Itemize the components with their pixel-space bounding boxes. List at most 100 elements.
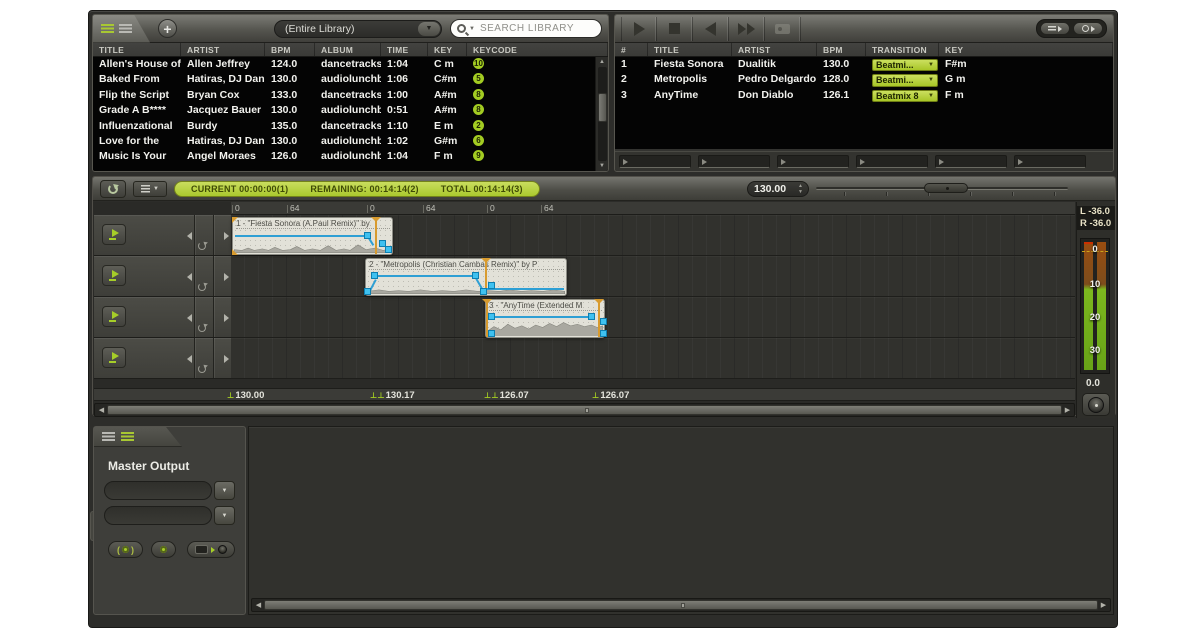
loop-icon[interactable] [198,365,206,373]
timeline-ruler[interactable]: 0 64 0 64 0 64 [231,202,1075,215]
cue-preview-button-4[interactable] [856,155,928,168]
envelope-handle[interactable] [488,313,495,320]
nudge-left-icon[interactable] [187,314,192,322]
bpm-marker-strip[interactable]: ⊥ 130.00 ⊥⊥ 130.17 ⊥⊥ 126.07 ⊥ 126.07 [94,388,1075,401]
chevron-down-icon[interactable]: ▼ [418,22,440,36]
chevron-down-icon[interactable]: ▼ [214,506,235,525]
zoom-slider-handle[interactable] [924,183,968,193]
volume-envelope[interactable] [491,316,592,318]
record-button[interactable] [765,17,801,41]
envelope-handle[interactable] [488,330,495,337]
timeline-clip-3[interactable]: 3 - "AnyTime (Extended M [485,299,605,338]
nudge-left-icon[interactable] [187,355,192,363]
list-view-icon[interactable] [102,432,115,441]
track-lane-4[interactable] [231,338,1075,379]
col-key[interactable]: KEY [939,43,1113,56]
envelope-handle[interactable] [480,288,487,295]
scroll-up-icon[interactable]: ▲ [599,59,605,65]
volume-envelope[interactable] [235,235,368,237]
col-key[interactable]: KEY [428,43,467,56]
timeline-scroll-thumb[interactable] [107,405,1062,415]
library-row[interactable]: Allen's House of Allen Jeffrey 124.0 dan… [93,57,608,72]
library-row[interactable]: Flip the Script Bryan Cox 133.0 dancetra… [93,88,608,103]
loop-icon[interactable] [198,242,206,250]
cue-preview-button-5[interactable] [935,155,1007,168]
previous-button[interactable] [693,17,729,41]
track-lane-3[interactable] [231,297,1075,338]
library-row[interactable]: Love for the Hatiras, DJ Dan, 130.0 audi… [93,134,608,149]
track-play-button[interactable] [102,347,126,368]
search-input[interactable] [478,22,595,35]
loop-playback-button[interactable] [100,180,126,198]
transition-dropdown[interactable]: Beatmix 8 ▼ [872,90,938,103]
envelope-handle[interactable] [364,288,371,295]
library-row[interactable]: Influenzational Burdy 135.0 dancetracks … [93,119,608,134]
timeline-clip-1[interactable]: 1 - "Fiesta Sonora (A.Paul Remix)" by [232,217,393,255]
col-title[interactable]: TITLE [93,43,181,56]
library-scrollbar[interactable]: ▲ ▼ [595,57,608,171]
bpm-marker[interactable]: ⊥ 130.00 [227,389,264,402]
bpm-stepper[interactable]: ▲▼ [798,183,803,195]
cue-preview-button-1[interactable] [619,155,691,168]
track-play-button[interactable] [102,306,126,327]
output-device-select[interactable] [104,481,212,500]
scroll-down-icon[interactable]: ▼ [599,163,605,169]
next-button[interactable] [729,17,765,41]
nudge-right-icon[interactable] [224,314,229,322]
envelope-handle[interactable] [600,318,607,325]
master-volume-knob-button[interactable] [1082,393,1110,416]
nudge-left-icon[interactable] [187,273,192,281]
nudge-right-icon[interactable] [224,355,229,363]
bpm-marker[interactable]: ⊥⊥ 130.17 [370,389,415,402]
col-bpm[interactable]: BPM [817,43,866,56]
headphone-cue-button[interactable] [151,541,176,558]
loop-icon[interactable] [198,283,206,291]
col-keycode[interactable]: KEYCODE [467,43,608,56]
col-bpm[interactable]: BPM [265,43,315,56]
timeline-view-dropdown[interactable]: ▼ [133,181,167,197]
master-bpm-field[interactable]: 130.00 ▲▼ [747,181,809,197]
mixer-view-icon[interactable] [121,432,134,441]
envelope-handle[interactable] [364,232,371,239]
play-button[interactable] [621,17,657,41]
bottom-scrollbar[interactable]: ◀ ▶ [251,598,1111,612]
playlist-row[interactable]: 2 Metropolis Pedro Delgardo 128.0 Beatmi… [615,72,1113,87]
monitor-device-select[interactable] [104,506,212,525]
envelope-handle[interactable] [600,330,607,337]
library-row[interactable]: Grade A B**** Jacquez Bauer 130.0 audiol… [93,103,608,118]
envelope-handle[interactable] [371,272,378,279]
col-album[interactable]: ALBUM [315,43,381,56]
nudge-left-icon[interactable] [187,232,192,240]
nudge-right-icon[interactable] [224,232,229,240]
library-row[interactable]: Music Is Your Angel Moraes 126.0 audiolu… [93,149,608,164]
col-artist[interactable]: ARTIST [732,43,817,56]
col-artist[interactable]: ARTIST [181,43,265,56]
scroll-right-icon[interactable]: ▶ [1099,601,1108,609]
stack-view-icon[interactable] [119,24,132,33]
stop-button[interactable] [657,17,693,41]
envelope-handle[interactable] [385,246,392,253]
col-number[interactable]: # [615,43,648,56]
col-title[interactable]: TITLE [648,43,732,56]
beat-marker[interactable] [375,218,377,254]
bpm-marker[interactable]: ⊥⊥ 126.07 [484,389,529,402]
library-filter-select[interactable]: (Entire Library) ▼ [274,20,442,38]
cue-preview-button-3[interactable] [777,155,849,168]
search-scope-chevron-icon[interactable]: ▼ [469,26,475,32]
track-lane-2[interactable] [231,256,1075,297]
envelope-handle[interactable] [588,313,595,320]
record-mix-button[interactable] [187,541,235,558]
cue-preview-button-2[interactable] [698,155,770,168]
envelope-handle[interactable] [488,282,495,289]
library-scroll-thumb[interactable] [598,93,607,121]
export-mix-button[interactable] [1073,22,1103,35]
timeline-clip-2[interactable]: 2 - "Metropolis (Christian Cambas Remix)… [365,258,567,296]
library-row[interactable]: Baked From Hatiras, DJ Dan, 130.0 audiol… [93,72,608,87]
bottom-scroll-thumb[interactable] [264,600,1098,610]
track-play-button[interactable] [102,224,126,245]
playlist-row[interactable]: 1 Fiesta Sonora Dualitik 130.0 Beatmi...… [615,57,1113,72]
transition-dropdown[interactable]: Beatmi... ▼ [872,59,938,72]
bpm-marker[interactable]: ⊥ 126.07 [592,389,629,402]
col-transition[interactable]: TRANSITION [866,43,939,56]
scroll-right-icon[interactable]: ▶ [1063,406,1072,414]
